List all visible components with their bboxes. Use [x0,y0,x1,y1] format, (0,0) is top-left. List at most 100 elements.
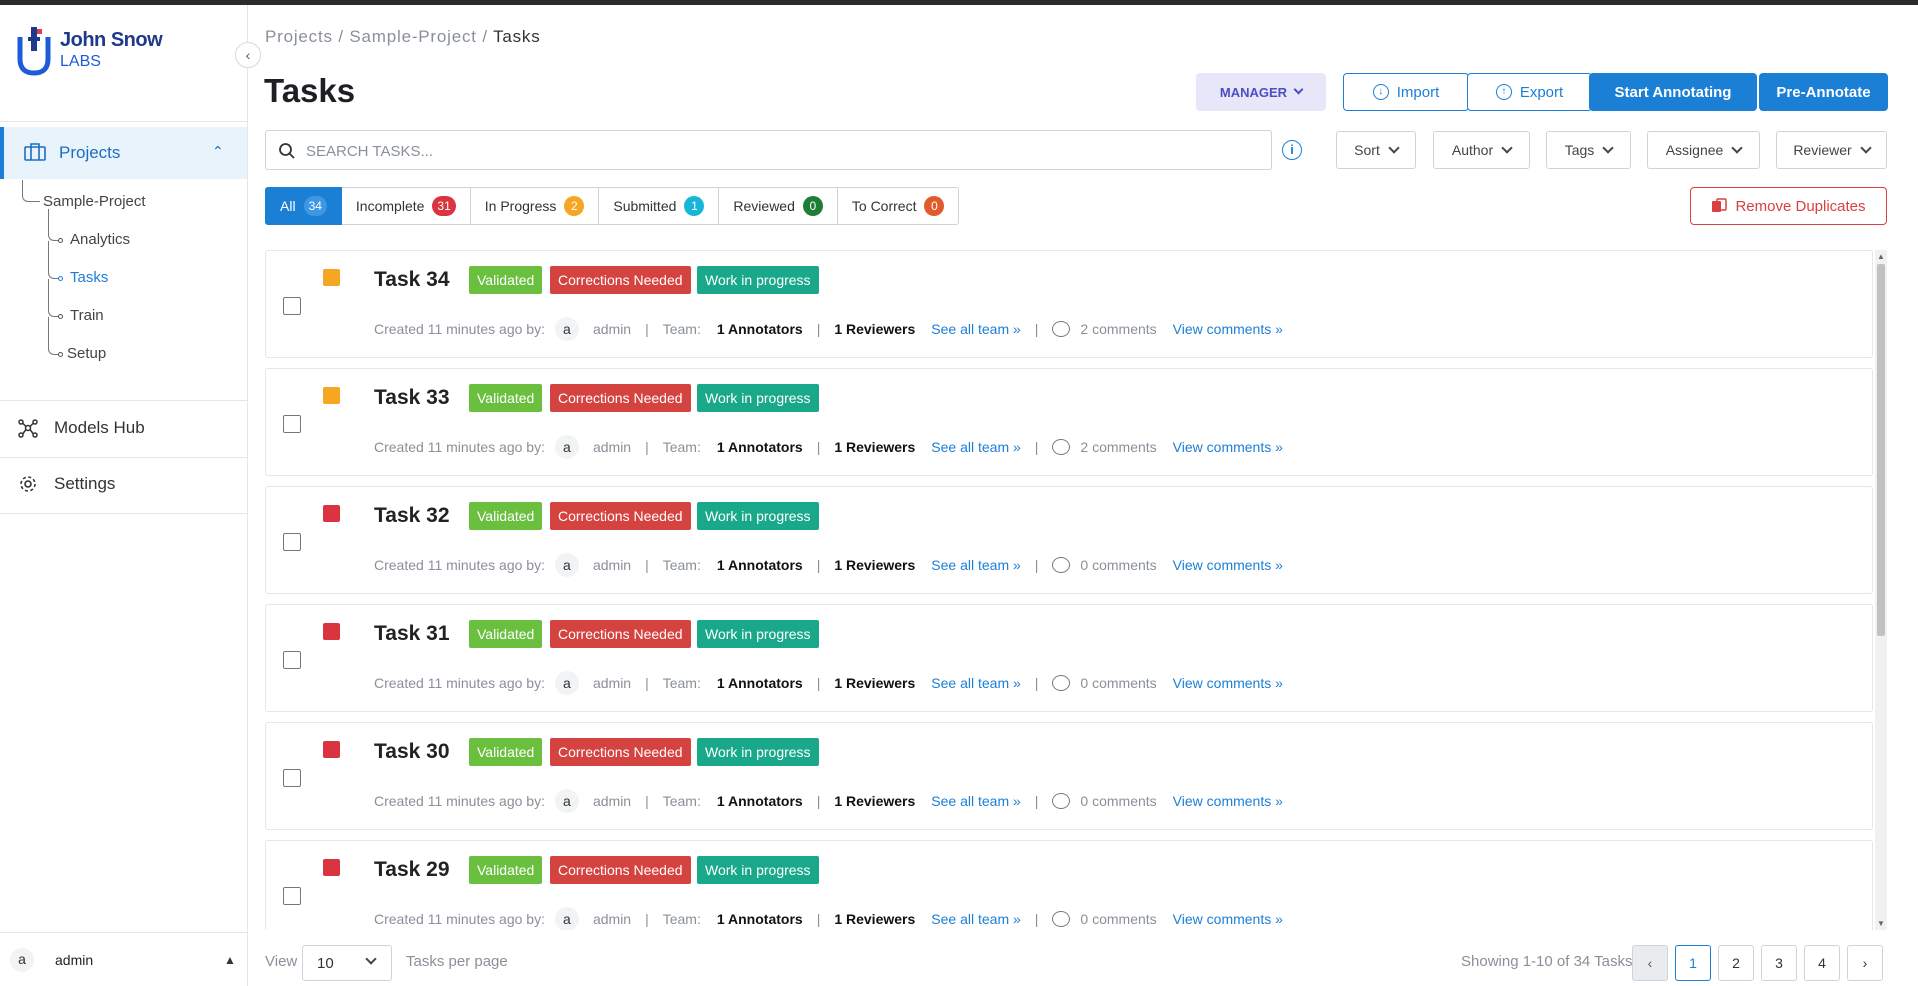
view-comments-link[interactable]: View comments » [1173,911,1283,927]
scrollbar[interactable]: ▲ ▼ [1875,250,1887,930]
tab-count: 0 [924,196,945,216]
annotators-count: 1 Annotators [716,321,803,337]
tags-filter[interactable]: Tags [1546,131,1631,169]
task-checkbox[interactable] [283,769,301,787]
separator: | [645,675,649,691]
tab-incomplete[interactable]: Incomplete 31 [341,187,471,225]
task-title[interactable]: Task 31 [374,622,450,646]
tree-item-project[interactable]: Sample-Project [43,193,146,210]
task-checkbox[interactable] [283,651,301,669]
view-comments-link[interactable]: View comments » [1173,439,1283,455]
reviewer-filter[interactable]: Reviewer [1776,131,1887,169]
task-card[interactable]: Task 33 Validated Corrections Needed Wor… [265,368,1873,476]
tree-item-setup[interactable]: Setup [67,345,106,362]
page-button[interactable]: 2 [1718,945,1754,981]
user-name: admin [55,951,94,968]
view-comments-link[interactable]: View comments » [1173,321,1283,337]
page-button[interactable]: 3 [1761,945,1797,981]
tab-in-progress[interactable]: In Progress 2 [470,187,600,225]
role-dropdown[interactable]: MANAGER [1196,73,1326,111]
see-team-link[interactable]: See all team » [931,793,1021,809]
nav-models-hub[interactable]: Models Hub [0,402,247,454]
briefcase-icon [24,143,46,161]
page-button[interactable]: 4 [1804,945,1840,981]
task-card[interactable]: Task 31 Validated Corrections Needed Wor… [265,604,1873,712]
author-name: admin [592,793,632,809]
page-button[interactable]: 1 [1675,945,1711,981]
tab-reviewed[interactable]: Reviewed 0 [719,187,838,225]
comment-icon [1052,557,1071,573]
nav-settings[interactable]: Settings [0,458,247,510]
task-checkbox[interactable] [283,415,301,433]
chevron-up-icon[interactable]: ⌃ [212,143,224,160]
separator: | [816,439,821,455]
download-icon: ↓ [1372,84,1389,100]
tab-all[interactable]: All 34 [265,187,342,225]
scroll-up-icon[interactable]: ▲ [1877,252,1885,261]
view-comments-link[interactable]: View comments » [1173,675,1283,691]
avatar: a [554,907,579,930]
assignee-filter[interactable]: Assignee [1647,131,1760,169]
see-team-link[interactable]: See all team » [931,439,1021,455]
divider [0,121,247,122]
task-title[interactable]: Task 30 [374,740,450,764]
avatar: a [554,435,579,459]
task-title[interactable]: Task 33 [374,386,450,410]
see-team-link[interactable]: See all team » [931,911,1021,927]
see-team-link[interactable]: See all team » [931,321,1021,337]
task-title[interactable]: Task 29 [374,858,450,882]
tree-item-analytics[interactable]: Analytics [70,231,130,248]
author-filter[interactable]: Author [1433,131,1530,169]
tree-item-train[interactable]: Train [70,307,104,324]
task-checkbox[interactable] [283,297,301,315]
task-card[interactable]: Task 30 Validated Corrections Needed Wor… [265,722,1873,830]
view-comments-link[interactable]: View comments » [1173,793,1283,809]
sort-dropdown[interactable]: Sort [1336,131,1416,169]
view-comments-link[interactable]: View comments » [1173,557,1283,573]
tab-count: 1 [684,196,705,216]
created-text: Created 11 minutes ago by: [374,439,545,455]
tree-item-tasks[interactable]: Tasks [70,269,108,286]
task-checkbox[interactable] [283,533,301,551]
task-card[interactable]: Task 32 Validated Corrections Needed Wor… [265,486,1873,594]
breadcrumb-projects[interactable]: Projects [265,27,333,46]
nav-projects[interactable]: Projects ⌃ [0,127,247,179]
per-page-label: Tasks per page [406,953,508,970]
scroll-down-icon[interactable]: ▼ [1877,919,1885,928]
comments-count: 0 comments [1080,557,1157,573]
task-checkbox[interactable] [283,887,301,905]
task-title[interactable]: Task 32 [374,504,450,528]
start-annotating-button[interactable]: Start Annotating [1589,73,1757,111]
created-text: Created 11 minutes ago by: [374,675,545,691]
see-team-link[interactable]: See all team » [931,675,1021,691]
remove-duplicates-button[interactable]: Remove Duplicates [1690,187,1887,225]
user-menu[interactable]: a admin ▲ [0,932,247,986]
tab-submitted[interactable]: Submitted 1 [599,187,720,225]
reviewers-count: 1 Reviewers [834,321,916,337]
tab-to-correct[interactable]: To Correct 0 [837,187,960,225]
separator: | [816,321,821,337]
logo[interactable]: John Snow LABS [16,23,196,83]
search-input[interactable] [306,139,1246,163]
export-button[interactable]: ↑ Export [1467,73,1592,111]
task-title[interactable]: Task 34 [374,268,450,292]
breadcrumb-project[interactable]: Sample-Project [349,27,476,46]
wip-tag: Work in progress [697,502,819,530]
pre-annotate-button[interactable]: Pre-Annotate [1759,73,1888,111]
task-card[interactable]: Task 29 Validated Corrections Needed Wor… [265,840,1873,930]
collapse-sidebar-button[interactable]: ‹ [235,42,261,68]
prev-page-button[interactable]: ‹ [1632,945,1668,981]
task-card[interactable]: Task 34 Validated Corrections Needed Wor… [265,250,1873,358]
team-label: Team: [662,675,701,691]
see-team-link[interactable]: See all team » [931,557,1021,573]
scrollbar-thumb[interactable] [1877,264,1885,636]
task-meta: Created 11 minutes ago by: a admin | Tea… [374,435,1283,459]
info-icon[interactable]: i [1282,140,1302,160]
reviewers-count: 1 Reviewers [834,439,916,455]
chevron-down-icon [1860,141,1872,154]
import-button[interactable]: ↓ Import [1343,73,1469,111]
next-page-button[interactable]: › [1847,945,1883,981]
author-name: admin [592,557,632,573]
per-page-select[interactable]: 10 [302,945,392,981]
validated-tag: Validated [469,384,543,412]
